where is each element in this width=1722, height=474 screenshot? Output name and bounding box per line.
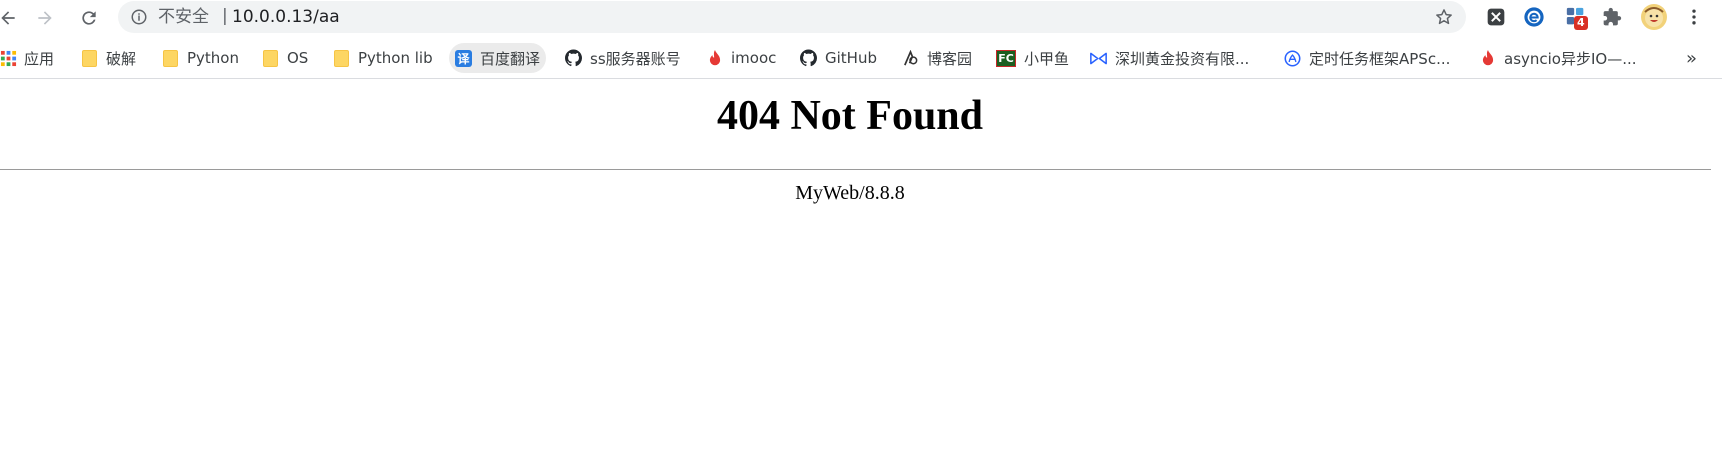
url-text[interactable]: 10.0.0.13/aa bbox=[232, 8, 340, 26]
bookmark-label: Python lib bbox=[358, 49, 433, 67]
x-extension-icon bbox=[1487, 8, 1505, 26]
extension-e-button[interactable] bbox=[1522, 5, 1546, 29]
extensions-menu-button[interactable] bbox=[1600, 5, 1624, 29]
bookmark-label: 百度翻译 bbox=[480, 49, 541, 68]
globe-icon bbox=[1284, 50, 1301, 67]
bookmark-github[interactable]: GitHub bbox=[800, 43, 877, 73]
baidu-translate-icon: 译 bbox=[455, 49, 472, 67]
extension-badge: 4 bbox=[1574, 16, 1588, 30]
browser-toolbar: 不安全 | 10.0.0.13/aa 4 bbox=[0, 0, 1722, 37]
chevron-double-right-icon: » bbox=[1686, 47, 1698, 69]
bookmark-label: Python bbox=[187, 49, 239, 67]
puzzle-icon bbox=[1603, 7, 1622, 26]
bookmark-folder-python-lib[interactable]: Python lib bbox=[333, 43, 433, 73]
flame-icon bbox=[1479, 49, 1496, 67]
folder-icon bbox=[162, 49, 179, 67]
bookmark-apscheduler[interactable]: 定时任务框架APSc... bbox=[1284, 43, 1450, 73]
bookmark-asyncio[interactable]: asyncio异步IO—... bbox=[1479, 43, 1637, 73]
bookmark-label: 深圳黄金投资有限... bbox=[1115, 49, 1250, 68]
address-bar[interactable]: 不安全 | 10.0.0.13/aa bbox=[118, 1, 1466, 33]
bookmark-label: ss服务器账号 bbox=[590, 49, 681, 68]
bookmark-folder-crack[interactable]: 破解 bbox=[81, 43, 136, 73]
server-signature: MyWeb/8.8.8 bbox=[795, 182, 905, 204]
bookmark-label: imooc bbox=[731, 49, 777, 67]
bookmark-label: 破解 bbox=[106, 49, 137, 68]
bookmark-label: GitHub bbox=[825, 49, 877, 67]
bookmark-ss-server[interactable]: ss服务器账号 bbox=[565, 43, 681, 73]
forward-button[interactable] bbox=[30, 3, 60, 33]
extension-x-button[interactable] bbox=[1484, 5, 1508, 29]
bookmark-label: 博客园 bbox=[927, 49, 973, 68]
bookmark-cnblogs[interactable]: 博客园 bbox=[902, 43, 972, 73]
star-icon[interactable] bbox=[1434, 7, 1454, 27]
back-button[interactable] bbox=[0, 3, 23, 33]
info-icon[interactable] bbox=[130, 8, 148, 26]
apps-grid-icon bbox=[0, 50, 17, 67]
bookmark-folder-python[interactable]: Python bbox=[162, 43, 239, 73]
avatar-icon bbox=[1641, 4, 1667, 30]
more-vert-icon bbox=[1692, 9, 1696, 25]
github-icon bbox=[565, 49, 582, 67]
extension-apps-button[interactable]: 4 bbox=[1564, 5, 1588, 30]
folder-icon bbox=[333, 49, 350, 67]
flame-icon bbox=[706, 49, 723, 67]
bookmark-folder-os[interactable]: OS bbox=[262, 43, 308, 73]
folder-icon bbox=[262, 49, 279, 67]
security-status-label[interactable]: 不安全 bbox=[158, 8, 209, 26]
omnibox-separator: | bbox=[222, 6, 228, 26]
bookmark-fishc[interactable]: FC 小甲鱼 bbox=[996, 43, 1069, 73]
bookmarks-bar: 应用 破解 Python OS Python lib 译 百度翻译 ss服务器账… bbox=[0, 37, 1722, 79]
github-icon bbox=[800, 49, 817, 67]
reload-icon bbox=[82, 11, 96, 25]
page-title: 404 Not Found bbox=[716, 93, 984, 139]
reload-button[interactable] bbox=[74, 3, 104, 33]
bookmark-label: asyncio异步IO—... bbox=[1504, 49, 1637, 68]
bookmark-label: 定时任务框架APSc... bbox=[1309, 49, 1451, 68]
bookmark-imooc[interactable]: imooc bbox=[706, 43, 776, 73]
bookmark-apps[interactable]: 应用 bbox=[0, 43, 54, 73]
fishc-icon: FC bbox=[996, 49, 1016, 67]
e-extension-icon bbox=[1524, 7, 1544, 27]
bookmark-baidu-translate[interactable]: 译 百度翻译 bbox=[449, 43, 547, 73]
browser-menu-button[interactable] bbox=[1682, 5, 1706, 29]
bookmark-label: 小甲鱼 bbox=[1024, 49, 1070, 68]
cnblogs-icon bbox=[902, 49, 919, 67]
bookmark-shenzhen-gold[interactable]: 深圳黄金投资有限... bbox=[1090, 43, 1249, 73]
profile-avatar-button[interactable] bbox=[1640, 3, 1668, 31]
bookmark-label: 应用 bbox=[24, 49, 55, 68]
arrow-left-icon bbox=[1, 11, 15, 25]
bookmarks-overflow-button[interactable]: » bbox=[1686, 43, 1697, 73]
bowtie-icon bbox=[1090, 50, 1107, 67]
horizontal-rule bbox=[0, 169, 1711, 170]
bookmark-label: OS bbox=[287, 49, 309, 67]
folder-icon bbox=[81, 49, 98, 67]
page-content: 404 Not Found MyWeb/8.8.8 bbox=[0, 80, 1722, 474]
arrow-right-icon bbox=[38, 11, 52, 25]
